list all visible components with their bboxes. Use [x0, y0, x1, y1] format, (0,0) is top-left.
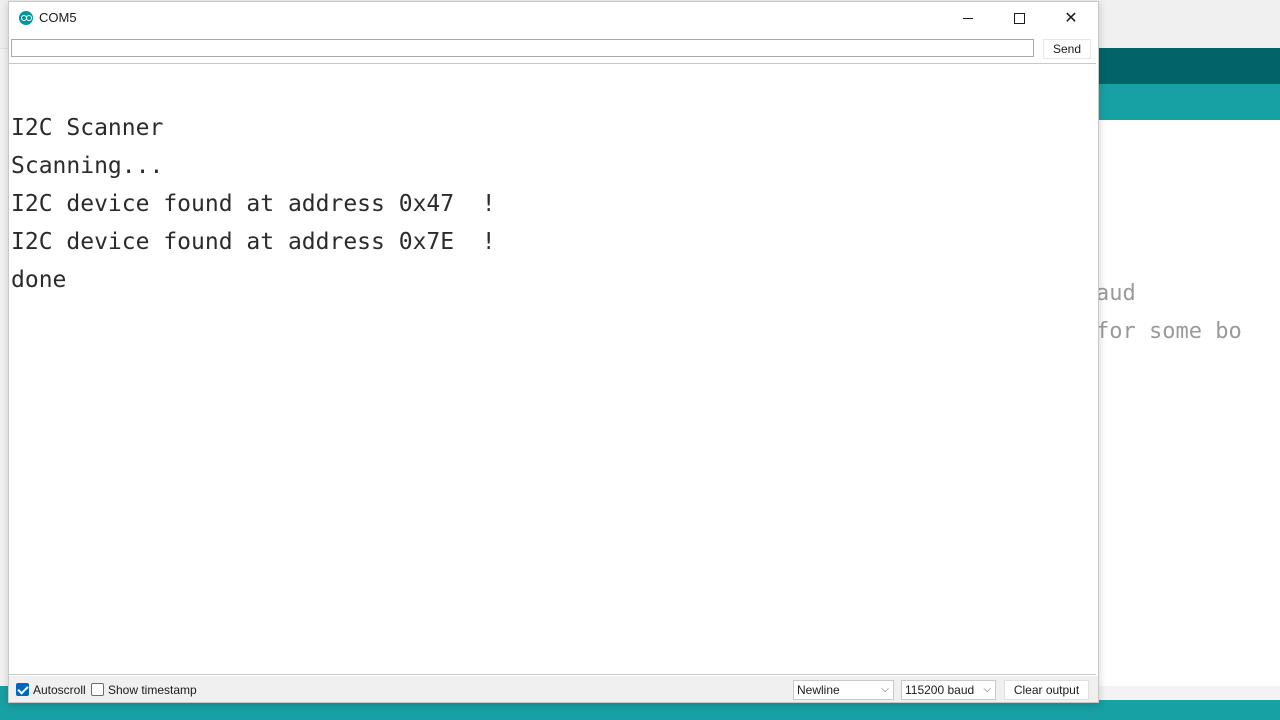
- serial-monitor-window: COM5 ✕ Send I2C Scanner Scanning... I2C …: [8, 1, 1099, 703]
- show-timestamp-checkbox[interactable]: [91, 683, 104, 696]
- output-line: I2C Scanner: [11, 115, 164, 141]
- clear-output-button[interactable]: Clear output: [1004, 680, 1089, 700]
- close-button[interactable]: ✕: [1046, 2, 1096, 34]
- close-icon: ✕: [1064, 10, 1078, 27]
- send-input[interactable]: [11, 39, 1034, 57]
- send-button[interactable]: Send: [1043, 39, 1091, 59]
- show-timestamp-label[interactable]: Show timestamp: [108, 683, 197, 697]
- bottom-toolbar: Autoscroll Show timestamp Newline ⌵ 1152…: [9, 676, 1098, 702]
- autoscroll-label[interactable]: Autoscroll: [33, 683, 86, 697]
- maximize-button[interactable]: [994, 2, 1044, 34]
- minimize-icon: [963, 17, 973, 19]
- background-ide-edge: [0, 686, 8, 720]
- chevron-down-icon: ⌵: [983, 684, 991, 695]
- baud-rate-select[interactable]: 115200 baud ⌵: [901, 680, 996, 700]
- line-ending-value: Newline: [797, 683, 840, 697]
- window-title: COM5: [39, 10, 77, 25]
- output-line: Scanning...: [11, 153, 164, 179]
- serial-output-area[interactable]: I2C Scanner Scanning... I2C device found…: [9, 63, 1096, 675]
- arduino-icon: [19, 11, 33, 25]
- output-line: done: [11, 267, 67, 293]
- background-ide-tabbar: [1096, 84, 1280, 120]
- background-editor-text: for some bo: [1096, 319, 1242, 344]
- background-ide-toolbar: [1096, 48, 1280, 84]
- background-ide-editor: [1096, 120, 1280, 686]
- autoscroll-checkbox[interactable]: [16, 683, 29, 696]
- baud-rate-value: 115200 baud: [905, 683, 975, 697]
- background-editor-text: aud: [1096, 281, 1136, 306]
- line-ending-select[interactable]: Newline ⌵: [793, 680, 894, 700]
- minimize-button[interactable]: [943, 2, 993, 34]
- output-line: I2C device found at address 0x7E !: [11, 229, 496, 255]
- chevron-down-icon: ⌵: [881, 684, 889, 695]
- background-ide-statusbar: [0, 700, 1280, 720]
- title-bar[interactable]: COM5 ✕: [9, 2, 1098, 34]
- output-line: I2C device found at address 0x47 !: [11, 191, 496, 217]
- serial-output-lines: I2C Scanner Scanning... I2C device found…: [11, 109, 496, 299]
- maximize-icon: [1013, 12, 1025, 24]
